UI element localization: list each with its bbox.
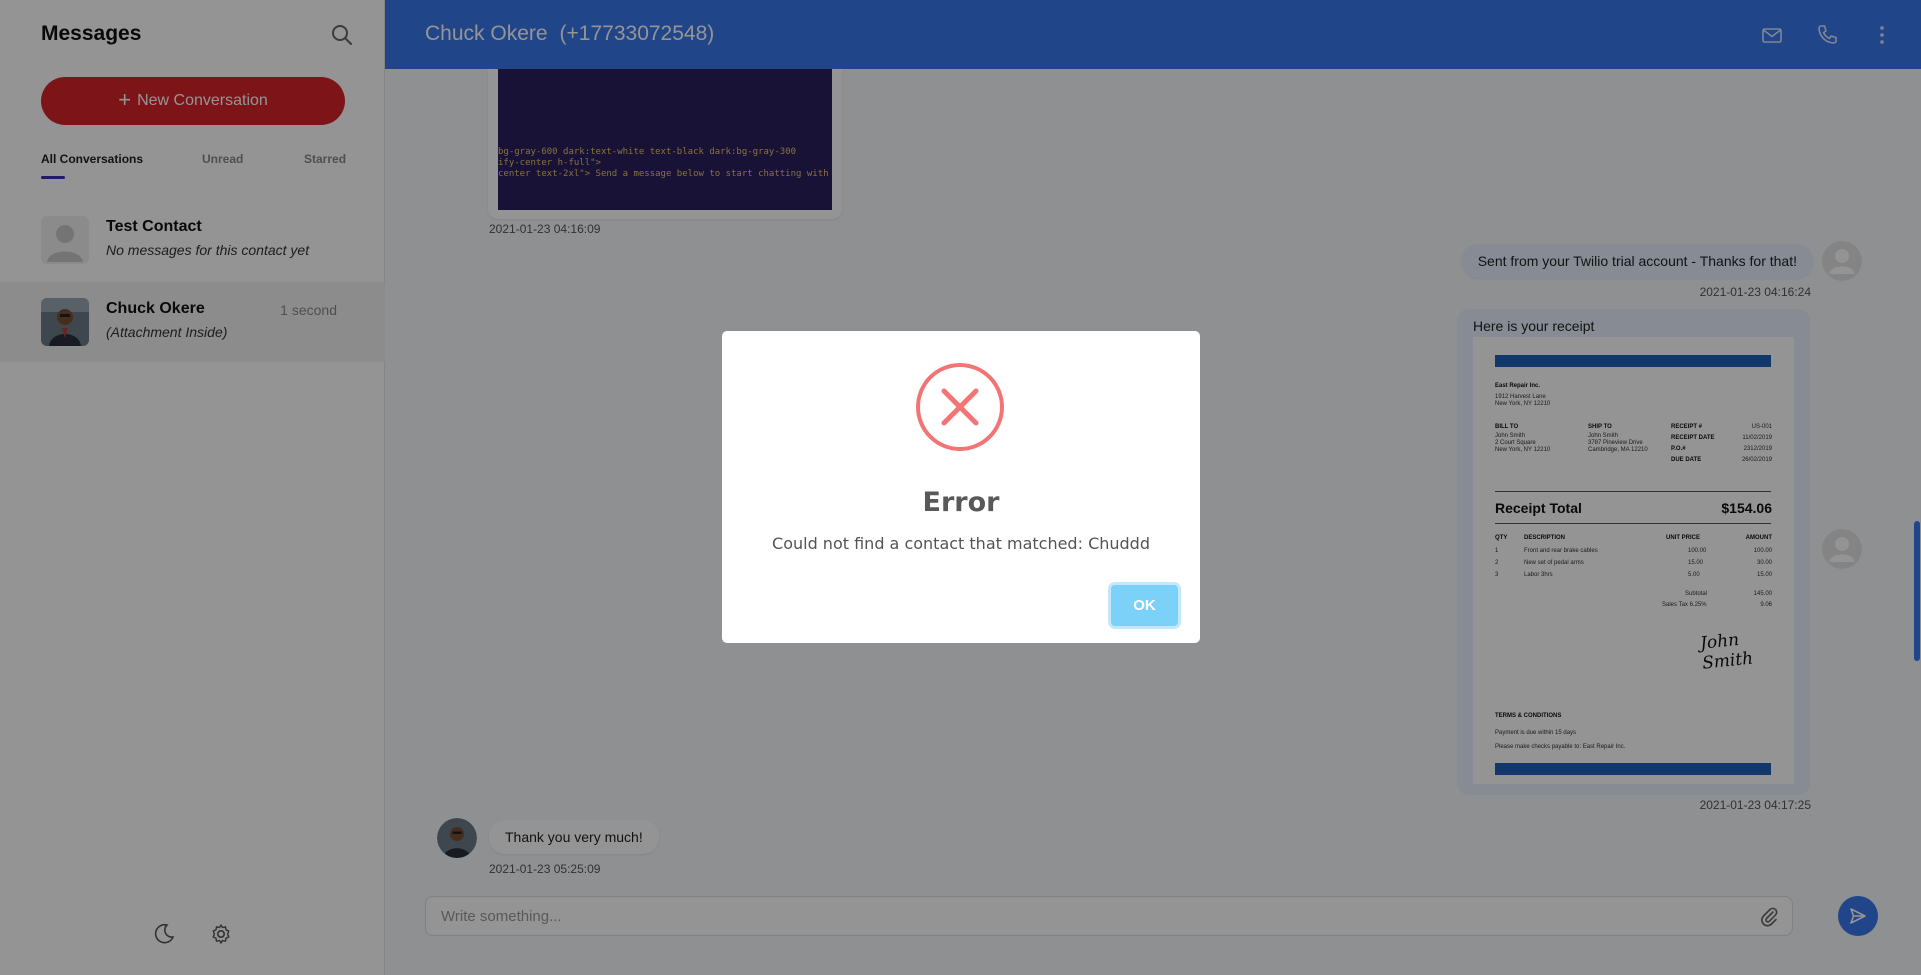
error-x-icon: [916, 363, 1004, 451]
error-title: Error: [922, 487, 1000, 518]
ok-button[interactable]: OK: [1111, 585, 1178, 626]
error-dialog: Error Could not find a contact that matc…: [722, 331, 1200, 643]
error-message: Could not find a contact that matched: C…: [772, 534, 1150, 553]
